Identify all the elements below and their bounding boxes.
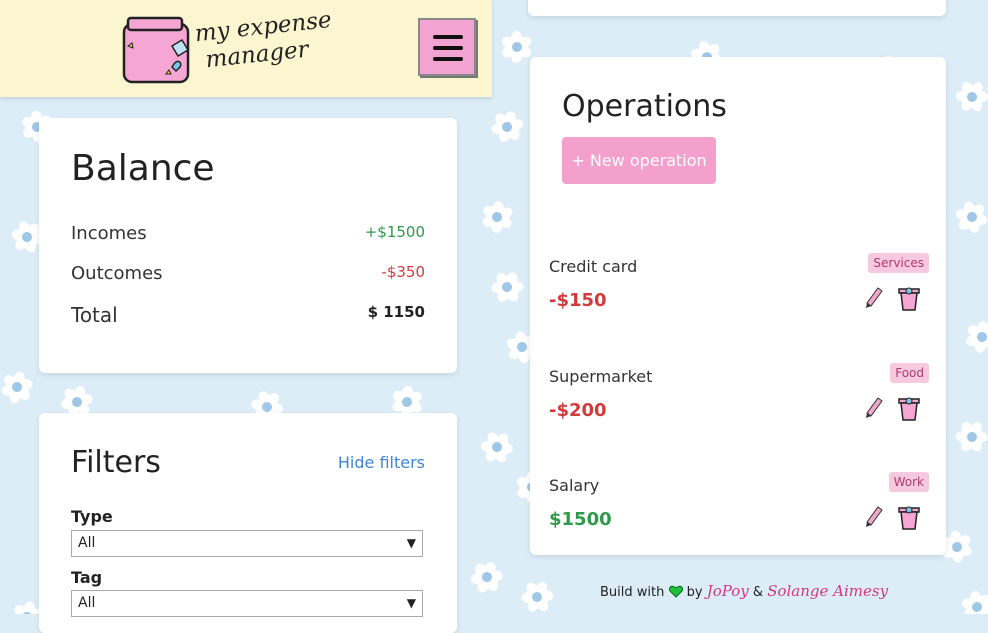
total-row: Total $ 1150: [71, 303, 425, 327]
flower-decoration: [951, 196, 988, 238]
flower-decoration: [957, 587, 988, 614]
flower-decoration: [0, 366, 38, 408]
incomes-row: Incomes +$1500: [71, 223, 425, 244]
flower-decoration: [949, 414, 988, 461]
operation-amount: -$200: [549, 400, 607, 421]
author-2-link[interactable]: Solange Aimesy: [767, 582, 888, 600]
outcomes-value: -$350: [381, 263, 425, 281]
type-label: Type: [71, 507, 113, 526]
pencil-icon[interactable]: [865, 397, 883, 419]
hamburger-line: [433, 57, 463, 61]
operations-card: Operations + New operation Credit card -…: [530, 57, 946, 555]
operations-title: Operations: [562, 89, 727, 124]
flower-decoration: [484, 264, 530, 310]
incomes-label: Incomes: [71, 223, 147, 244]
total-label: Total: [71, 303, 118, 327]
tag-select-value: All: [78, 595, 96, 611]
flower-decoration: [483, 103, 531, 151]
operation-item: Salary $1500 Work: [549, 472, 929, 530]
trash-icon[interactable]: [897, 505, 921, 531]
operation-description: Salary: [549, 476, 600, 495]
tag-select[interactable]: All ▼: [71, 590, 423, 617]
top-card-edge: [528, 0, 946, 16]
total-value: $ 1150: [367, 303, 425, 321]
outcomes-row: Outcomes -$350: [71, 263, 425, 284]
new-operation-button[interactable]: + New operation: [562, 137, 716, 184]
operation-amount: -$150: [549, 290, 607, 311]
flower-decoration: [478, 428, 515, 465]
filters-card: Filters Hide filters Type All ▼ Tag All …: [39, 413, 457, 633]
balance-card: Balance Incomes +$1500 Outcomes -$350 To…: [39, 118, 457, 373]
pencil-icon[interactable]: [865, 287, 883, 309]
operation-amount: $1500: [549, 509, 612, 530]
logo-text: my expense manager: [193, 6, 333, 74]
footer-prefix: Build with: [600, 585, 665, 600]
hamburger-menu-button[interactable]: [418, 18, 476, 76]
flower-decoration: [963, 318, 988, 356]
flower-decoration: [463, 553, 511, 601]
operation-item: Credit card -$150 Services: [549, 253, 929, 311]
operation-description: Supermarket: [549, 367, 653, 386]
filters-title: Filters: [71, 445, 161, 480]
flower-decoration: [479, 199, 515, 235]
chevron-down-icon: ▼: [406, 536, 416, 550]
app-header: my expense manager: [0, 0, 492, 97]
hamburger-line: [433, 46, 463, 50]
outcomes-label: Outcomes: [71, 263, 163, 284]
hamburger-menu-icon: [433, 35, 463, 39]
chevron-down-icon: ▼: [406, 596, 416, 610]
hide-filters-link[interactable]: Hide filters: [338, 453, 425, 472]
type-select[interactable]: All ▼: [71, 530, 423, 557]
balance-title: Balance: [71, 148, 215, 189]
incomes-value: +$1500: [364, 223, 425, 241]
flower-decoration: [499, 30, 534, 64]
flower-decoration: [954, 79, 988, 114]
trash-icon[interactable]: [897, 286, 921, 312]
tag-label: Tag: [71, 568, 103, 587]
type-select-value: All: [78, 535, 96, 551]
footer-by: by: [686, 585, 703, 600]
operation-tag: Work: [888, 472, 929, 492]
flower-decoration: [513, 573, 560, 614]
operation-tag: Food: [890, 363, 929, 383]
operation-item: Supermarket -$200 Food: [549, 363, 929, 421]
footer-and: &: [752, 585, 764, 600]
operation-tag: Services: [868, 253, 929, 273]
trash-icon[interactable]: [897, 396, 921, 422]
wallet-logo-icon: [122, 16, 190, 84]
author-1-link[interactable]: JoPoy: [707, 582, 749, 600]
heart-icon: [668, 585, 683, 598]
footer-credit: Build with by JoPoy & Solange Aimesy: [600, 582, 888, 600]
pencil-icon[interactable]: [865, 506, 883, 528]
